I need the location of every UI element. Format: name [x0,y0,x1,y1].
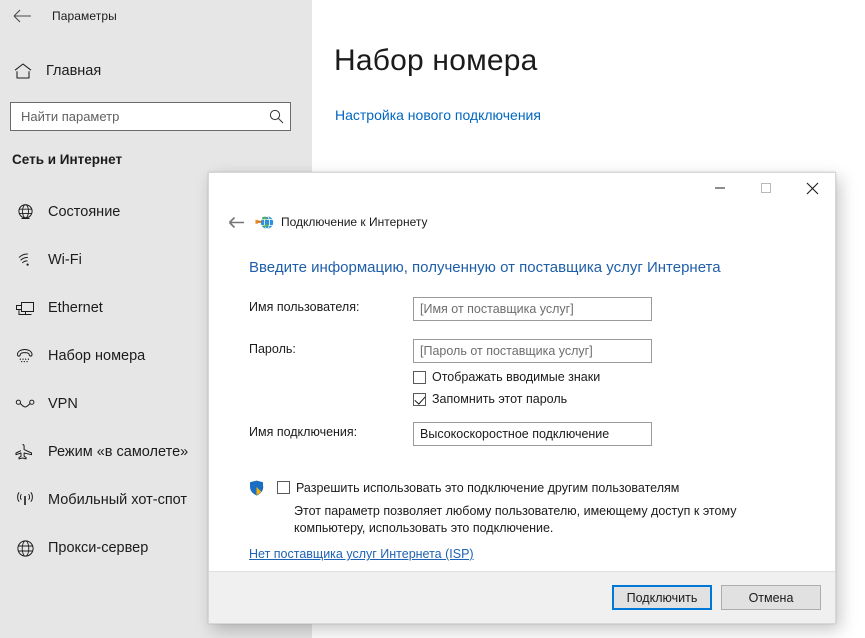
minimize-icon[interactable] [697,173,743,203]
settings-titlebar: Параметры [0,0,312,32]
hotspot-icon [6,491,44,509]
allow-other-users-checkbox[interactable] [277,481,290,494]
home-label: Главная [46,63,102,79]
sidebar-item-label: Состояние [48,204,121,220]
dialup-phone-icon [6,347,44,365]
vpn-icon [6,397,44,412]
uac-shield-icon [249,480,264,496]
sidebar-item-label: Wi-Fi [48,252,82,268]
search-input[interactable] [11,103,262,130]
sidebar-item-label: Прокси-сервер [48,540,149,556]
search-box[interactable] [10,102,291,131]
setup-new-connection-link[interactable]: Настройка нового подключения [335,107,541,123]
remember-password-checkbox[interactable] [413,392,426,406]
password-row: Пароль: [249,339,809,371]
connection-name-row: Имя подключения: [249,422,809,447]
ethernet-icon [6,300,44,317]
allow-other-users-label: Разрешить использовать это подключение д… [296,481,680,495]
no-isp-link[interactable]: Нет поставщика услуг Интернета (ISP) [249,547,474,561]
app-root: Параметры Главная Сеть и Интернет [0,0,865,638]
close-icon[interactable] [789,173,835,203]
globe-status-icon [6,203,44,222]
sidebar-item-home[interactable]: Главная [0,56,312,86]
allow-other-users-checkbox-row[interactable]: Разрешить использовать это подключение д… [277,481,679,495]
internet-connection-dialog: Подключение к Интернету Введите информац… [208,172,836,624]
maximize-icon[interactable] [743,173,789,203]
username-input[interactable] [413,297,652,321]
show-characters-checkbox[interactable] [413,370,426,384]
remember-password-label: Запомнить этот пароль [432,392,568,406]
sidebar-section-header: Сеть и Интернет [12,152,123,167]
show-characters-label: Отображать вводимые знаки [432,370,601,384]
sidebar-item-label: Набор номера [48,348,146,364]
password-input[interactable] [413,339,652,363]
dialog-nav-title: Подключение к Интернету [281,215,428,229]
dialog-footer: Подключить Отмена [209,571,835,623]
connection-name-label: Имя подключения: [249,425,358,439]
proxy-globe-icon [6,539,44,558]
password-label: Пароль: [249,342,296,356]
back-arrow-icon[interactable] [0,1,44,31]
cancel-button[interactable]: Отмена [721,585,821,610]
dialog-titlebar [209,173,835,204]
back-arrow-icon[interactable] [221,210,251,234]
app-title: Параметры [52,9,117,23]
connect-button[interactable]: Подключить [612,585,712,610]
permission-description: Этот параметр позволяет любому пользоват… [294,504,737,535]
airplane-icon [6,443,44,462]
dialog-nav: Подключение к Интернету [221,209,428,235]
sidebar-item-label: Режим «в самолете» [48,444,189,460]
connection-name-input[interactable] [413,422,652,446]
username-label: Имя пользователя: [249,300,360,314]
username-row: Имя пользователя: [249,297,809,339]
remember-password-checkbox-row[interactable]: Запомнить этот пароль [413,392,567,406]
search-icon[interactable] [262,109,290,124]
sidebar-item-label: Ethernet [48,300,103,316]
wifi-icon [6,252,44,269]
internet-connection-globe-icon [255,214,275,231]
home-icon [4,63,42,79]
show-characters-checkbox-row[interactable]: Отображать вводимые знаки [413,370,600,384]
sidebar-item-label: Мобильный хот-спот [48,492,188,508]
dialog-heading: Введите информацию, полученную от постав… [249,259,721,276]
page-title: Набор номера [334,44,538,77]
dialog-form: Имя пользователя: Пароль: Отображать вво… [249,297,809,446]
sidebar-item-label: VPN [48,396,78,412]
